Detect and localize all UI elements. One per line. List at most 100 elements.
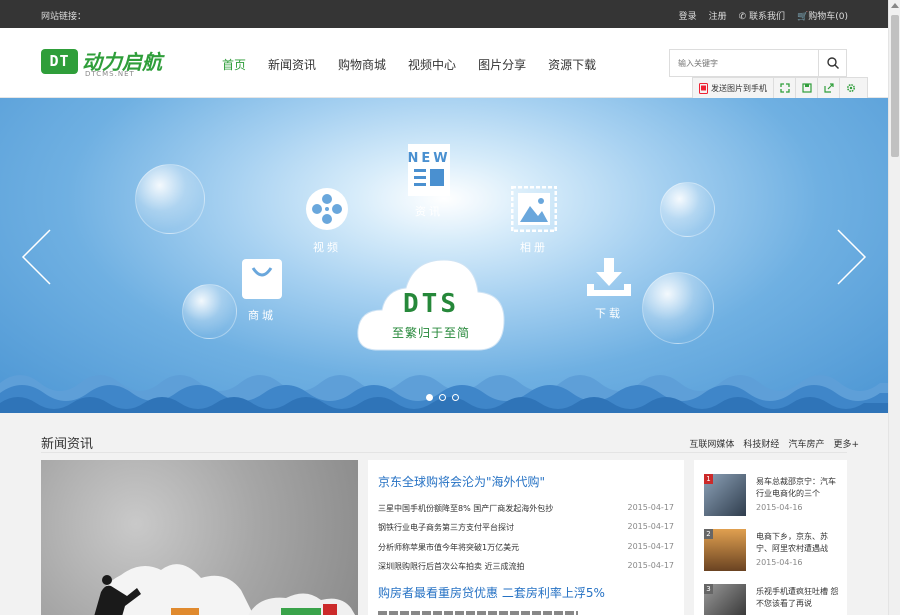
list-item[interactable]: 深圳限购限行后首次公车拍卖 近三成流拍 2015-04-17 [378,561,674,572]
list-item[interactable]: 分析师称苹果市值今年将突破1万亿美元 2015-04-17 [378,542,674,553]
news-item-date: 2015-04-17 [627,503,675,512]
news-item-title: 易车总裁邵京宁：汽车行业电商化的三个 [756,477,836,498]
news-headline-link[interactable]: 京东全球购将会沦为"海外代购" [378,473,545,490]
cart-link[interactable]: 🛒购物车(0) [797,9,848,22]
banner-dot[interactable] [439,394,446,401]
search-input[interactable] [670,50,818,76]
list-item[interactable]: 钢铁行业电子商务第三方支付平台探讨 2015-04-17 [378,522,674,533]
news-item-title: 乐视手机遭疯狂吐槽 怨不您该看了再说 [756,587,839,608]
share-button[interactable] [818,78,840,98]
list-item[interactable]: 3 乐视手机遭疯狂吐槽 怨不您该看了再说 [704,584,844,615]
share-toolbar: 发送图片到手机 [692,77,868,99]
top-bar-actions: 登录 注册 ✆ 联系我们 🛒购物车(0) [679,9,848,22]
list-item[interactable]: 2 电商下乡，京东、苏宁、阿里农村遭遇战 2015-04-16 [704,529,844,573]
more-link[interactable]: 更多+ [833,437,859,450]
main-nav: 首页 新闻资讯 购物商城 视频中心 图片分享 资源下载 [222,56,596,73]
save-icon [801,83,812,93]
send-to-phone-label: 发送图片到手机 [711,83,767,93]
banner-brand-cloud: DTS 至繁归于至简 [356,258,506,358]
news-headline-link[interactable]: 购房者最看重房贷优惠 二套房利率上浮5% [378,584,605,601]
fullscreen-icon [779,83,790,93]
decorative-bubble [182,284,237,339]
rank-badge: 1 [704,474,713,484]
login-link[interactable]: 登录 [679,9,697,22]
svg-text:NEW: NEW [407,151,450,166]
logo-english-text: DTCMS.NET [85,70,135,78]
banner-download-link[interactable]: 下载 [584,256,634,321]
contact-link[interactable]: ✆ 联系我们 [739,9,785,22]
banner-waves [0,375,888,413]
register-link[interactable]: 注册 [709,9,727,22]
tab-auto-realestate[interactable]: 汽车房产 [788,437,824,450]
news-item-date: 2015-04-16 [756,503,803,512]
rank-badge: 2 [704,529,713,539]
news-item-date: 2015-04-16 [756,558,803,567]
phone-icon: ✆ [738,12,747,22]
hot-news-panel: 1 易车总裁邵京宁：汽车行业电商化的三个 2015-04-16 2 电商下乡，京… [694,460,847,615]
site-links-label: 网站链接： [41,12,87,22]
banner-prev-arrow-icon[interactable] [20,228,52,286]
tab-tech-finance[interactable]: 科技财经 [743,437,779,450]
decorative-bubble [135,164,205,234]
banner-news-link[interactable]: NEW 资讯 [406,144,452,219]
banner-dot[interactable] [452,394,459,401]
search-icon [827,57,839,69]
search-box [669,49,847,77]
news-item-title: 钢铁行业电子商务第三方支付平台探讨 [378,523,514,532]
contact-label: 联系我们 [749,12,786,22]
banner-slogan: 至繁归于至简 [391,326,470,340]
top-bar: 网站链接： 登录 注册 ✆ 联系我们 🛒购物车(0) [0,0,888,28]
news-category-tabs: 互联网媒体 科技财经 汽车房产 更多+ [689,437,859,450]
vertical-scrollbar[interactable] [888,0,900,615]
news-item-date: 2015-04-17 [627,561,675,570]
nav-item-video[interactable]: 视频中心 [408,56,456,73]
nav-item-news[interactable]: 新闻资讯 [268,56,316,73]
banner-pagination [426,394,459,401]
banner-album-link[interactable]: 相册 [510,185,558,255]
search-button[interactable] [818,50,846,76]
news-item-title: 分析师称苹果市值今年将突破1万亿美元 [378,543,520,552]
nav-item-home[interactable]: 首页 [222,56,246,73]
banner-dot[interactable] [426,394,433,401]
gear-icon [847,84,855,92]
rank-badge: 3 [704,584,713,594]
decorative-bubble [642,272,714,344]
banner-next-arrow-icon[interactable] [836,228,868,286]
settings-button[interactable] [840,78,862,98]
shopping-bag-icon [242,259,282,299]
nav-item-shop[interactable]: 购物商城 [338,56,386,73]
banner-album-label: 相册 [520,241,548,254]
banner-shop-label: 商城 [248,309,276,322]
news-item-title: 深圳限购限行后首次公车拍卖 近三成流拍 [378,562,525,571]
truncated-list-item [378,611,578,615]
list-item[interactable]: 1 易车总裁邵京宁：汽车行业电商化的三个 2015-04-16 [704,474,844,518]
tab-internet-media[interactable]: 互联网媒体 [689,437,734,450]
puzzle-illustration [94,564,356,615]
send-to-phone-button[interactable]: 发送图片到手机 [693,78,774,98]
scrollbar-thumb[interactable] [891,15,899,157]
nav-item-downloads[interactable]: 资源下载 [548,56,596,73]
section-divider [41,452,847,453]
news-item-date: 2015-04-17 [627,522,675,531]
download-icon [587,258,631,296]
banner-news-label: 资讯 [415,205,443,218]
phone-qr-icon [699,82,708,94]
photo-album-icon [510,185,558,233]
cart-icon: 🛒 [797,12,809,22]
hero-banner: NEW 资讯 视频 相册 商城 下载 DTS 至繁归于至简 [0,98,888,413]
banner-video-link[interactable]: 视频 [304,186,350,255]
news-section-title: 新闻资讯 [41,437,94,452]
save-button[interactable] [796,78,818,98]
cart-label: 购物车(0) [808,12,848,22]
banner-brand-logo: DTS [403,289,459,319]
banner-shop-link[interactable]: 商城 [241,258,283,323]
news-item-title: 电商下乡，京东、苏宁、阿里农村遭遇战 [756,532,828,553]
fullscreen-button[interactable] [774,78,796,98]
news-list-panel: 京东全球购将会沦为"海外代购" 三星中国手机份额降至8% 国产厂商发起海外包抄 … [368,460,684,615]
decorative-bubble [660,182,715,237]
nav-item-photos[interactable]: 图片分享 [478,56,526,73]
news-feature-image[interactable] [41,460,358,615]
scroll-up-arrow-icon[interactable] [891,3,899,8]
list-item[interactable]: 三星中国手机份额降至8% 国产厂商发起海外包抄 2015-04-17 [378,503,674,514]
banner-video-label: 视频 [313,241,341,254]
